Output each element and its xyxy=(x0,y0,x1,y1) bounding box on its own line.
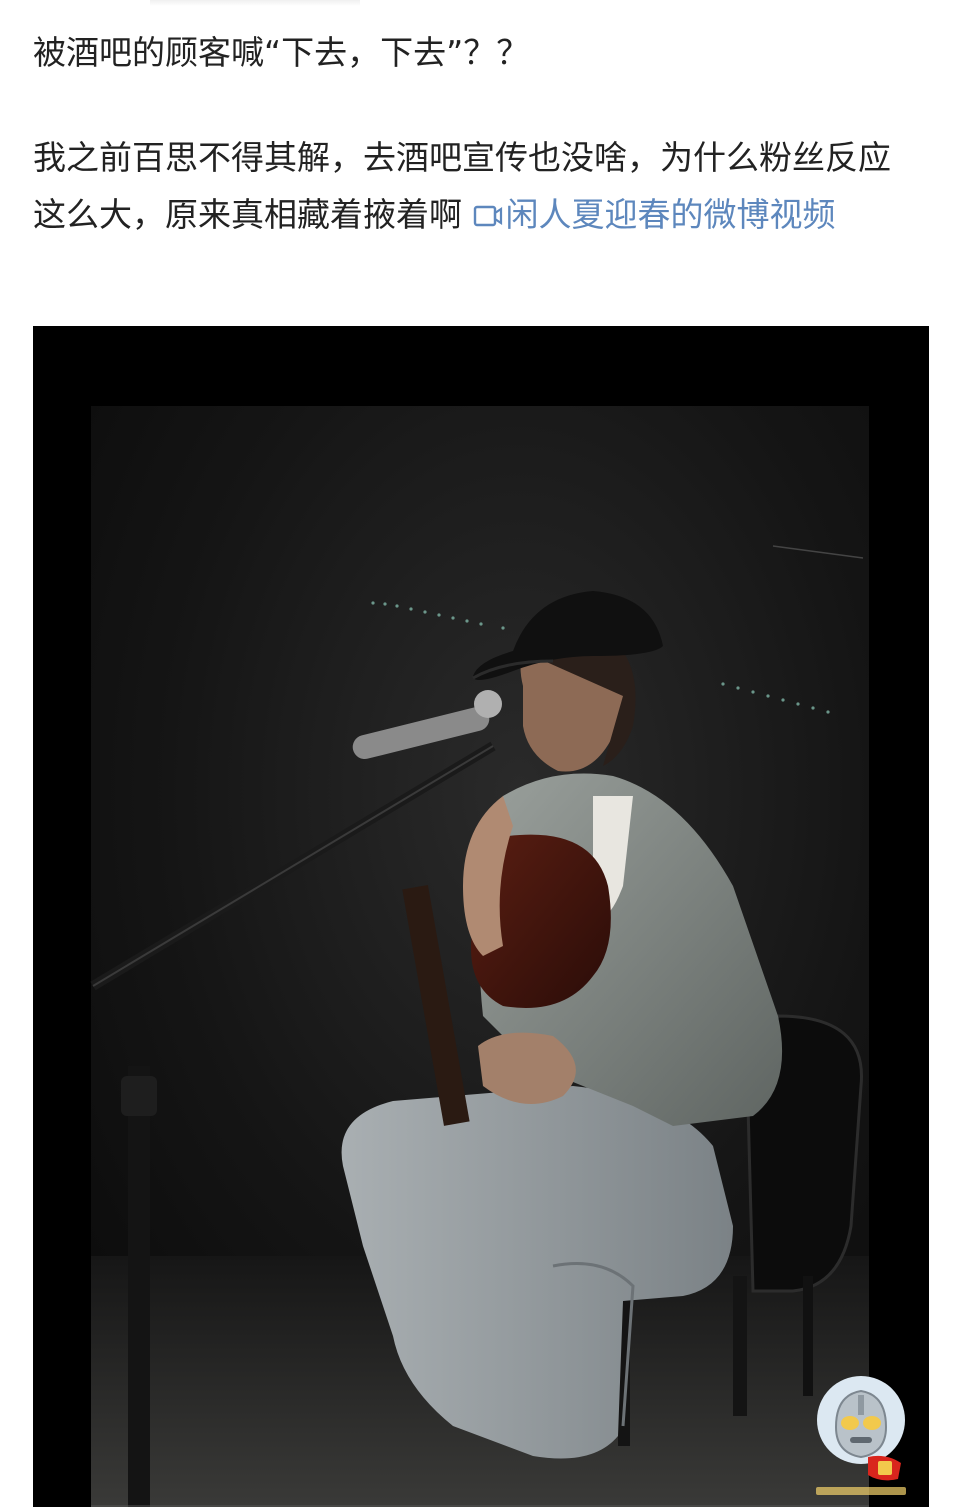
top-divider-shadow xyxy=(150,0,360,6)
post-title: 被酒吧的顾客喊“下去，下去”？？ xyxy=(33,33,530,72)
video-play-icon xyxy=(473,205,502,227)
photo-of-musician xyxy=(90,406,869,1507)
ultraman-sticker-icon[interactable] xyxy=(806,1375,916,1507)
video-link[interactable]: 闲人夏迎春的微博视频 xyxy=(473,195,836,234)
post-body: 我之前百思不得其解，去酒吧宣传也没啥，为什么粉丝反应这么大，原来真相藏着掖着啊 … xyxy=(33,129,923,243)
video-link-label: 闲人夏迎春的微博视频 xyxy=(505,195,836,234)
post-image[interactable] xyxy=(33,326,929,1507)
